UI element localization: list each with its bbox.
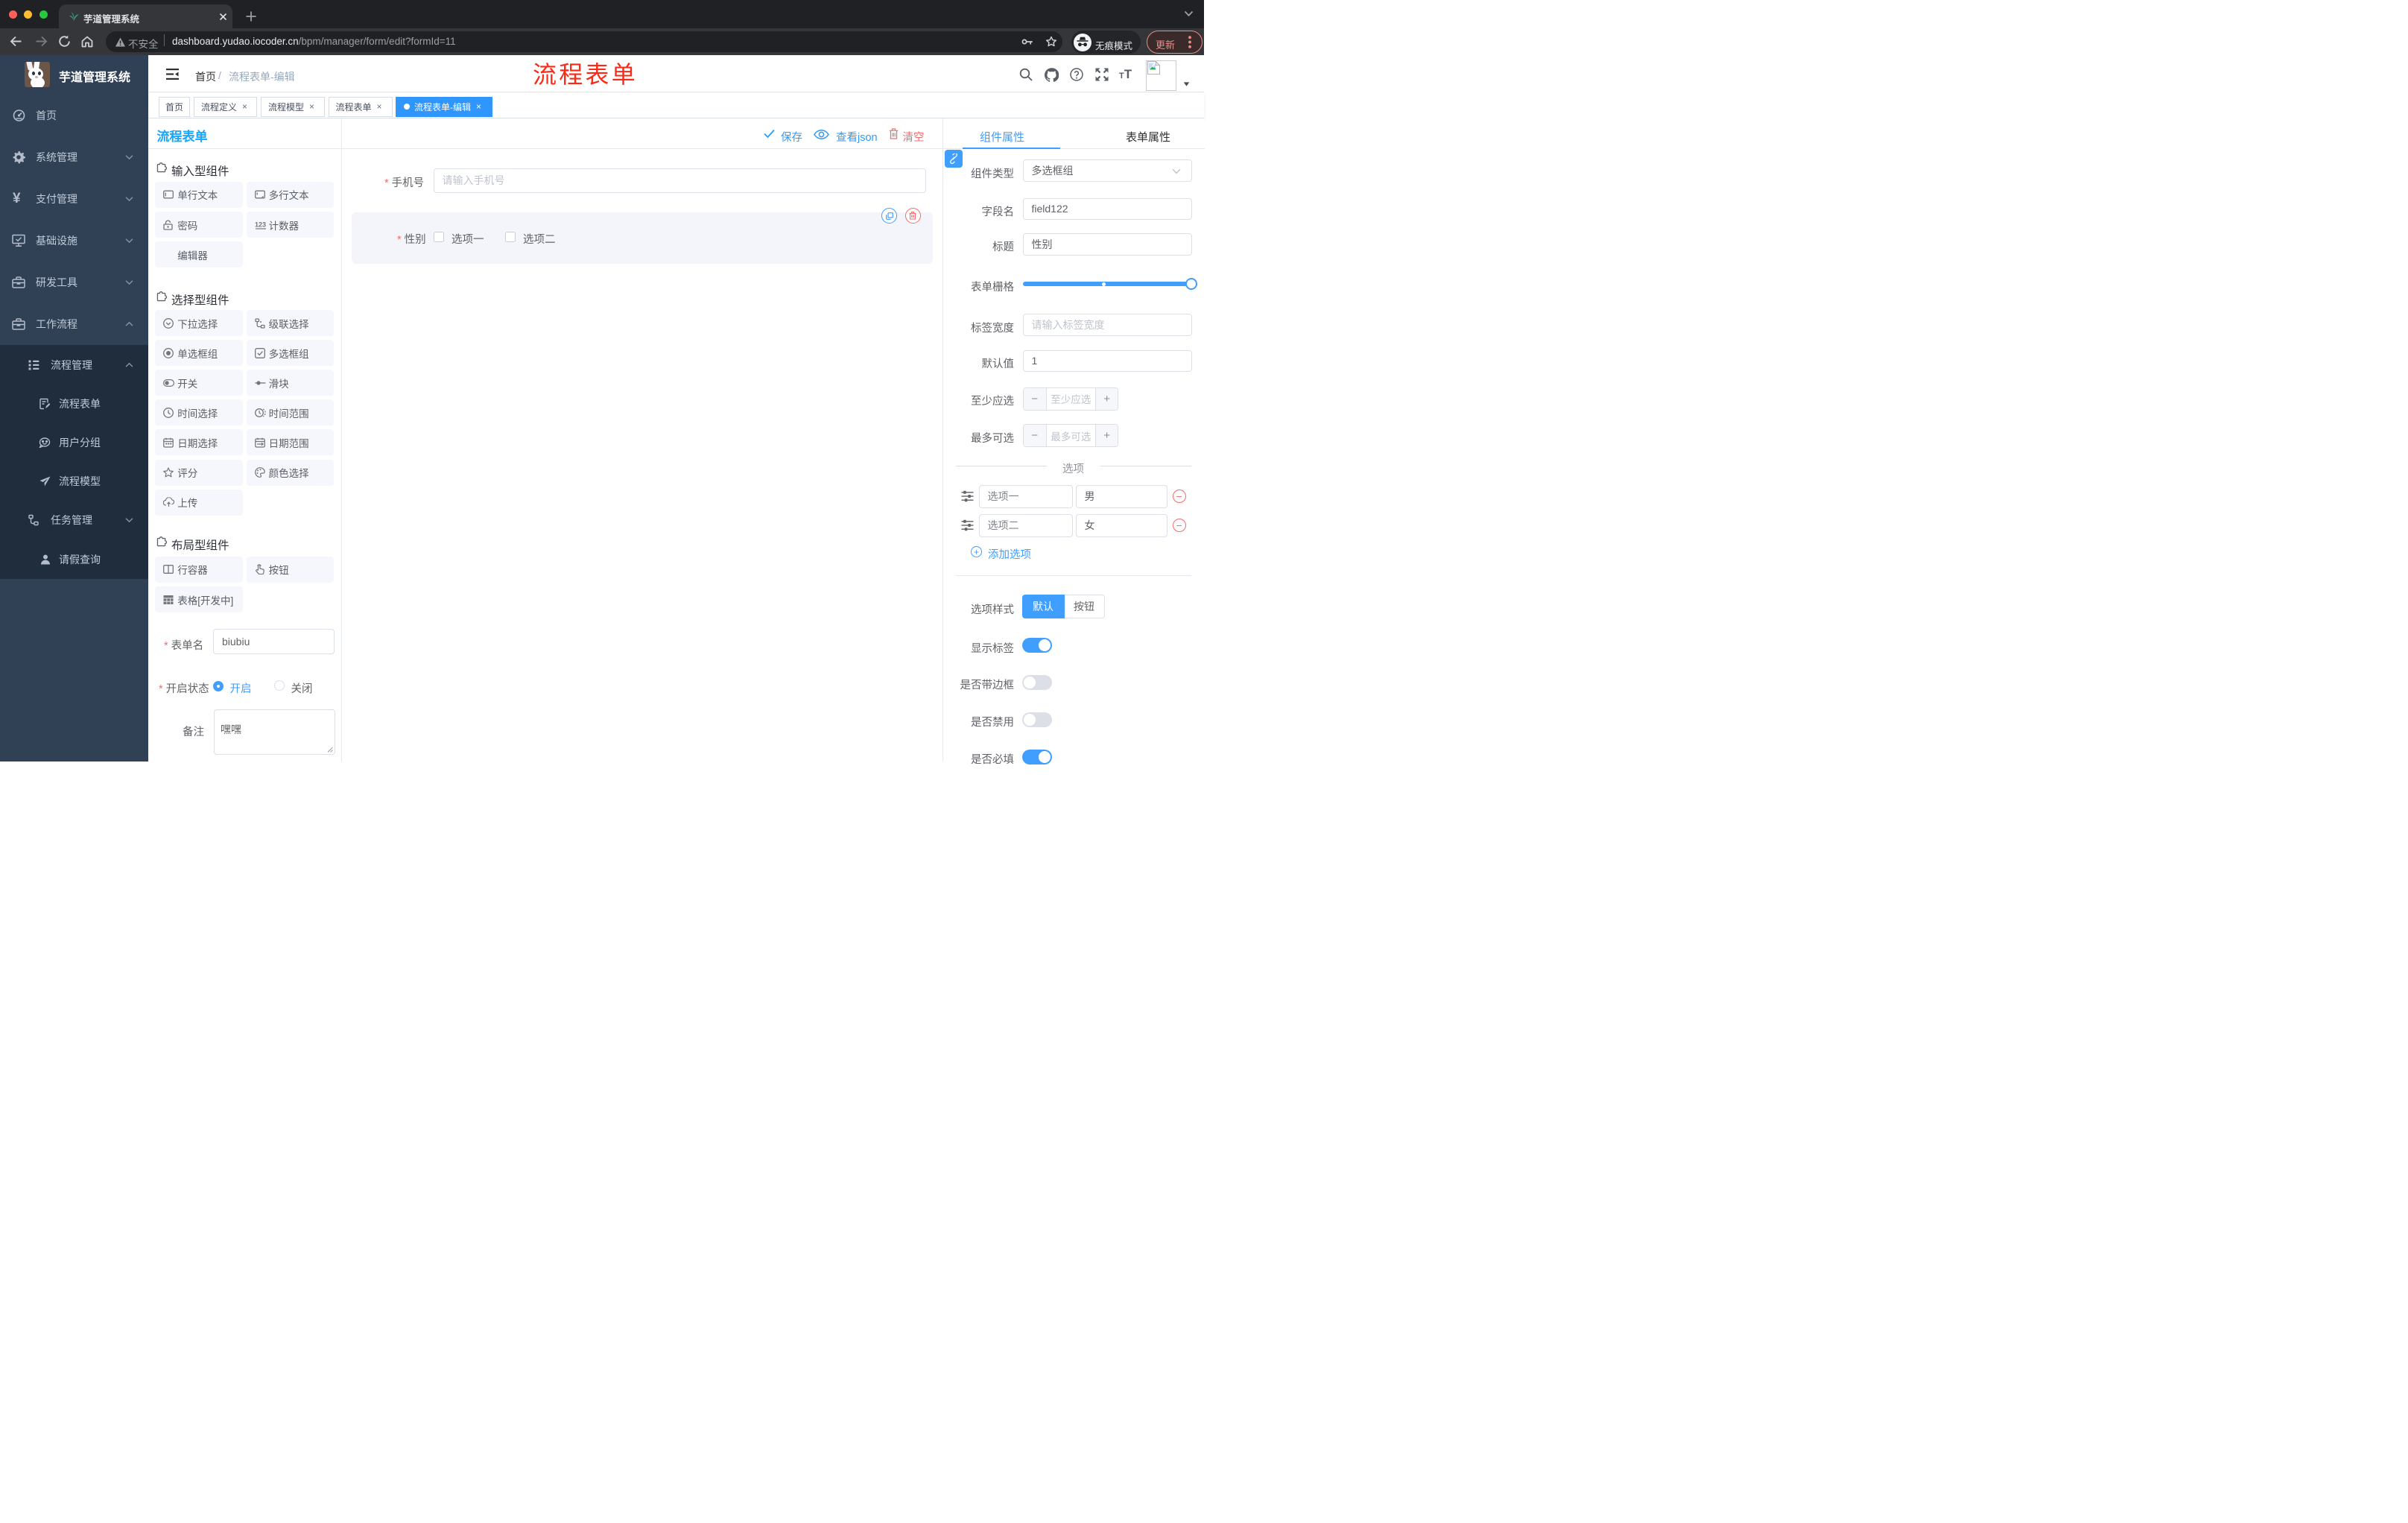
svg-text:123: 123 — [255, 221, 266, 228]
